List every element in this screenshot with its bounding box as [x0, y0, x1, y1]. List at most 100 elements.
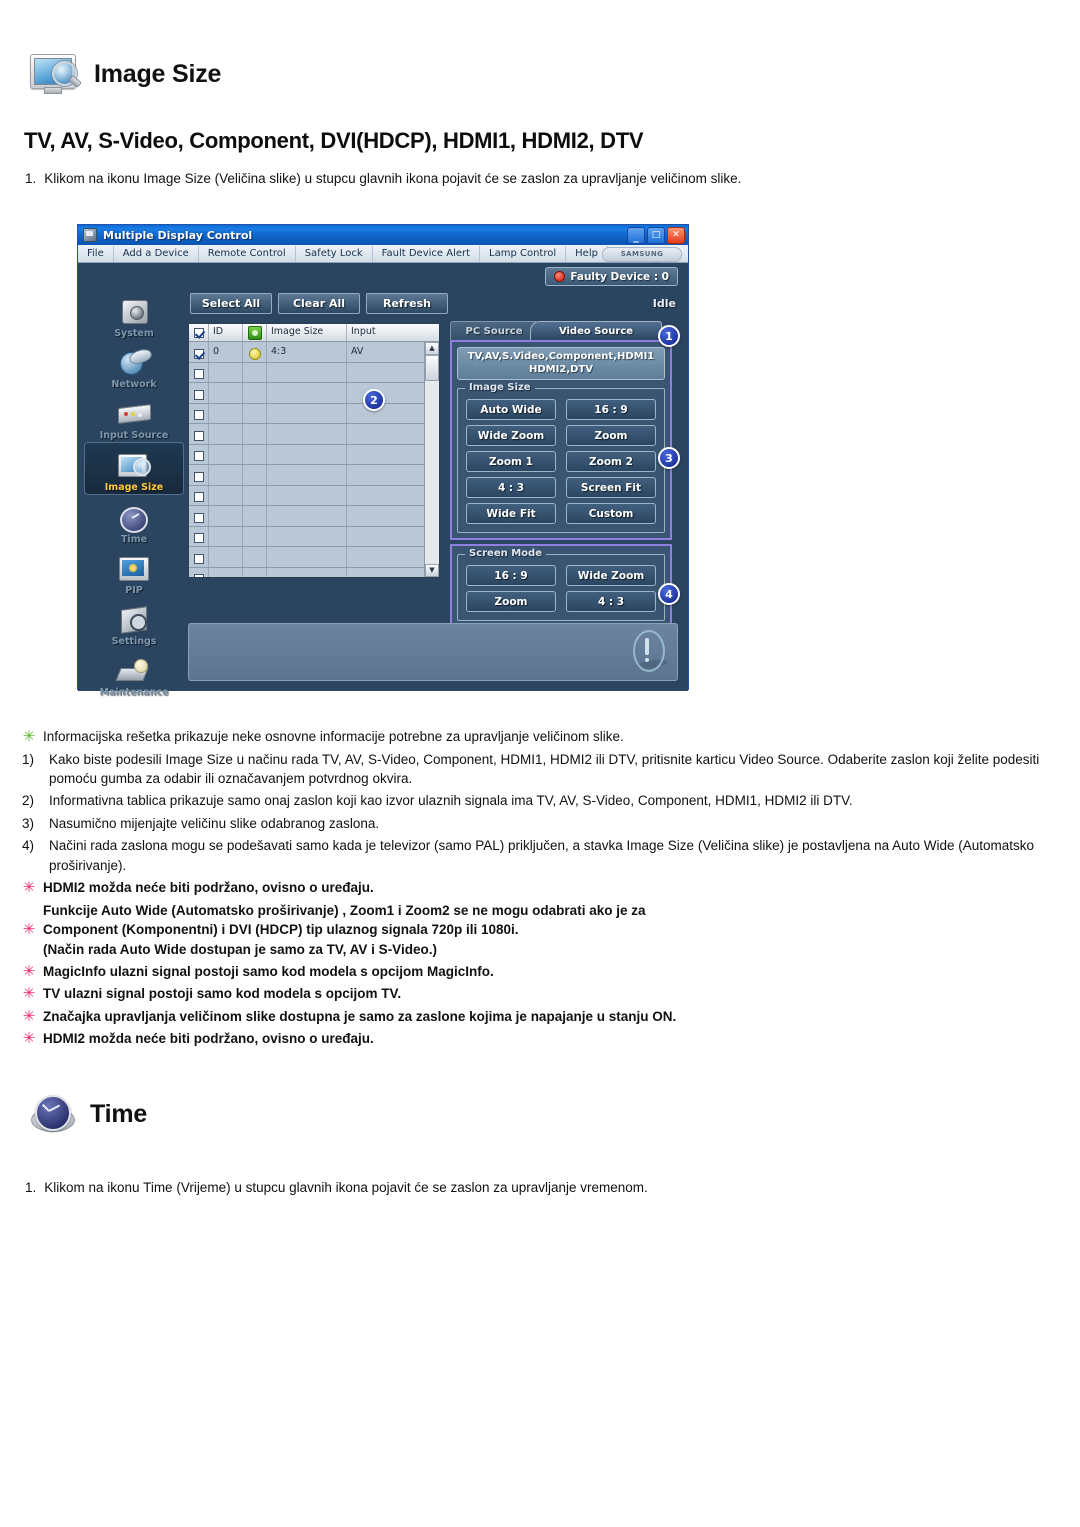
menu-remote-control[interactable]: Remote Control — [199, 245, 296, 262]
screen-mode-button-4-3[interactable]: 4 : 3 — [566, 591, 656, 612]
faulty-device-bar: Faulty Device : 0 — [78, 263, 688, 289]
refresh-button[interactable]: Refresh — [366, 293, 448, 314]
source-tabs: PC Source Video Source — [450, 321, 672, 340]
table-scrollbar[interactable]: ▲ ▼ — [424, 342, 439, 577]
maximize-button[interactable]: □ — [647, 226, 665, 244]
table-row[interactable] — [189, 485, 439, 506]
minimize-icon: _ — [633, 229, 639, 243]
row-checkbox[interactable] — [189, 444, 209, 464]
row-checkbox[interactable] — [189, 342, 209, 362]
menu-lamp-control[interactable]: Lamp Control — [480, 245, 567, 262]
sidebar-item-input-source[interactable]: Input Source — [84, 391, 184, 442]
button-zoom[interactable]: Zoom — [566, 425, 656, 446]
button-custom[interactable]: Custom — [566, 503, 656, 524]
sidebar-item-maintenance[interactable]: Maintenance — [84, 648, 184, 699]
sidebar-item-label: Time — [120, 534, 148, 545]
screen-mode-group-legend: Screen Mode — [465, 548, 546, 559]
screen-mode-button-16-9[interactable]: 16 : 9 — [466, 565, 556, 586]
note-text: Nasumično mijenjajte veličinu slike odab… — [49, 815, 380, 831]
image-size-group: Image Size Auto Wide 16 : 9 Wide Zoom Zo… — [457, 382, 665, 533]
minimize-button[interactable]: _ — [627, 226, 645, 244]
table-row[interactable] — [189, 547, 439, 568]
row-id — [209, 444, 243, 464]
row-checkbox[interactable] — [189, 485, 209, 505]
table-row[interactable] — [189, 526, 439, 547]
row-id — [209, 567, 243, 577]
row-checkbox[interactable] — [189, 465, 209, 485]
row-checkbox[interactable] — [189, 403, 209, 423]
row-image-size — [267, 424, 347, 444]
menu-add-a-device[interactable]: Add a Device — [114, 245, 199, 262]
note-text: Informativna tablica prikazuje samo onaj… — [49, 793, 853, 809]
table-row[interactable] — [189, 403, 439, 424]
menu-safety-lock[interactable]: Safety Lock — [296, 245, 373, 262]
settings-icon — [116, 605, 152, 635]
sidebar-item-settings[interactable]: Settings — [84, 597, 184, 648]
tab-pc-source[interactable]: PC Source — [450, 321, 538, 340]
table-row[interactable] — [189, 444, 439, 465]
button-wide-zoom[interactable]: Wide Zoom — [466, 425, 556, 446]
sidebar-item-time[interactable]: Time — [84, 495, 184, 546]
close-button[interactable]: ✕ — [667, 226, 685, 244]
scroll-up-icon[interactable]: ▲ — [425, 342, 439, 355]
scroll-track[interactable] — [425, 381, 439, 564]
screen-mode-button-wide-zoom[interactable]: Wide Zoom — [566, 565, 656, 586]
star-icon: ✳ — [22, 728, 36, 745]
table-row[interactable]: 0 4:3 AV — [189, 342, 439, 363]
scroll-thumb[interactable] — [425, 355, 439, 381]
sidebar-item-image-size[interactable]: Image Size — [84, 442, 184, 495]
time-section-heading: Time — [28, 1092, 147, 1136]
row-image-size — [267, 465, 347, 485]
intro-step-number: 1. — [25, 171, 37, 186]
row-checkbox[interactable] — [189, 567, 209, 577]
table-row[interactable] — [189, 424, 439, 445]
callout-3: 3 — [658, 447, 680, 469]
app-icon — [83, 228, 97, 242]
row-image-size — [267, 403, 347, 423]
row-checkbox[interactable] — [189, 362, 209, 382]
menu-fault-device-alert[interactable]: Fault Device Alert — [373, 245, 481, 262]
menu-file[interactable]: File — [78, 245, 114, 262]
star-icon: ✳ — [22, 985, 36, 1003]
note-item: ✳ Značajka upravljanja veličinom slike d… — [22, 1007, 1052, 1027]
maintenance-icon — [115, 656, 152, 686]
button-zoom-1[interactable]: Zoom 1 — [466, 451, 556, 472]
screen-mode-button-zoom[interactable]: Zoom — [466, 591, 556, 612]
row-checkbox[interactable] — [189, 526, 209, 546]
row-id: 0 — [209, 342, 243, 362]
row-power-led — [243, 383, 267, 403]
callout-4: 4 — [658, 583, 680, 605]
row-checkbox[interactable] — [189, 383, 209, 403]
header-select-checkbox[interactable] — [189, 324, 209, 341]
image-size-icon — [28, 52, 82, 96]
select-all-button[interactable]: Select All — [190, 293, 272, 314]
note-text: Načini rada zaslona mogu se podešavati s… — [49, 838, 1034, 873]
samsung-logo: SAMSUNG DIGITall — [602, 247, 682, 270]
table-row[interactable] — [189, 362, 439, 383]
table-row[interactable] — [189, 506, 439, 527]
tab-video-source[interactable]: Video Source — [530, 321, 662, 340]
button-16-9[interactable]: 16 : 9 — [566, 399, 656, 420]
button-auto-wide[interactable]: Auto Wide — [466, 399, 556, 420]
sidebar-item-pip[interactable]: PIP — [84, 546, 184, 597]
scroll-down-icon[interactable]: ▼ — [425, 564, 439, 577]
clear-all-button[interactable]: Clear All — [278, 293, 360, 314]
row-image-size — [267, 362, 347, 382]
row-id — [209, 485, 243, 505]
table-row[interactable] — [189, 567, 439, 577]
button-screen-fit[interactable]: Screen Fit — [566, 477, 656, 498]
star-icon: ✳ — [22, 921, 36, 939]
note-text: TV ulazni signal postoji samo kod modela… — [43, 986, 402, 1002]
row-power-led — [243, 547, 267, 567]
table-row[interactable] — [189, 465, 439, 486]
table-row[interactable] — [189, 383, 439, 404]
row-power-led — [243, 506, 267, 526]
button-wide-fit[interactable]: Wide Fit — [466, 503, 556, 524]
button-4-3[interactable]: 4 : 3 — [466, 477, 556, 498]
row-checkbox[interactable] — [189, 424, 209, 444]
button-zoom-2[interactable]: Zoom 2 — [566, 451, 656, 472]
row-checkbox[interactable] — [189, 506, 209, 526]
sidebar-item-network[interactable]: Network — [84, 340, 184, 391]
row-checkbox[interactable] — [189, 547, 209, 567]
sidebar-item-system[interactable]: System — [84, 289, 184, 340]
